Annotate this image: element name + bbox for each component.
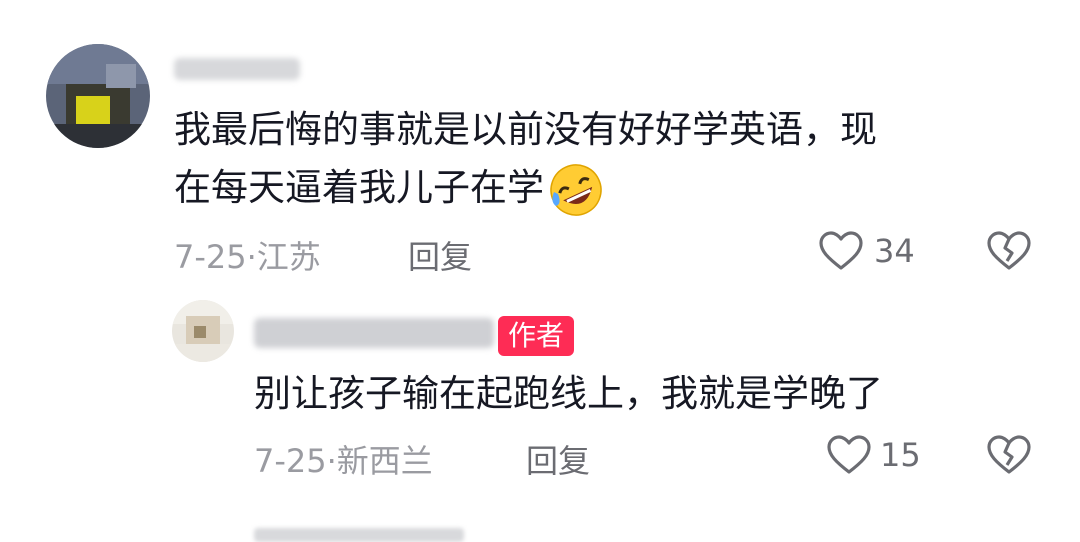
reply-date-location: 7-25·新西兰 (254, 442, 433, 480)
like-heart-icon[interactable] (826, 434, 872, 476)
dislike-broken-heart-icon[interactable] (986, 434, 1032, 476)
author-badge: 作者 (498, 316, 575, 356)
rolling-on-floor-laughing-icon (548, 162, 604, 218)
comment-like-count: 34 (874, 232, 915, 270)
dislike-broken-heart-icon[interactable] (986, 230, 1032, 272)
next-comment-partial (254, 528, 464, 542)
reply-reply-button[interactable]: 回复 (526, 436, 590, 482)
commenter-avatar[interactable] (46, 44, 150, 148)
comment-text-line-1: 我最后悔的事就是以前没有好好学英语，现 (174, 108, 877, 151)
like-heart-icon[interactable] (818, 230, 864, 272)
reply-text: 别让孩子输在起跑线上，我就是学晚了 (254, 372, 883, 415)
commenter-username[interactable] (174, 58, 300, 80)
comment-date-location: 7-25·江苏 (174, 238, 321, 276)
author-username[interactable] (254, 318, 494, 348)
reply-like-count: 15 (880, 436, 921, 474)
author-avatar[interactable] (172, 300, 234, 362)
comment-text-line-2: 在每天逼着我儿子在学 (174, 158, 604, 218)
comment-reply-button[interactable]: 回复 (408, 232, 472, 278)
